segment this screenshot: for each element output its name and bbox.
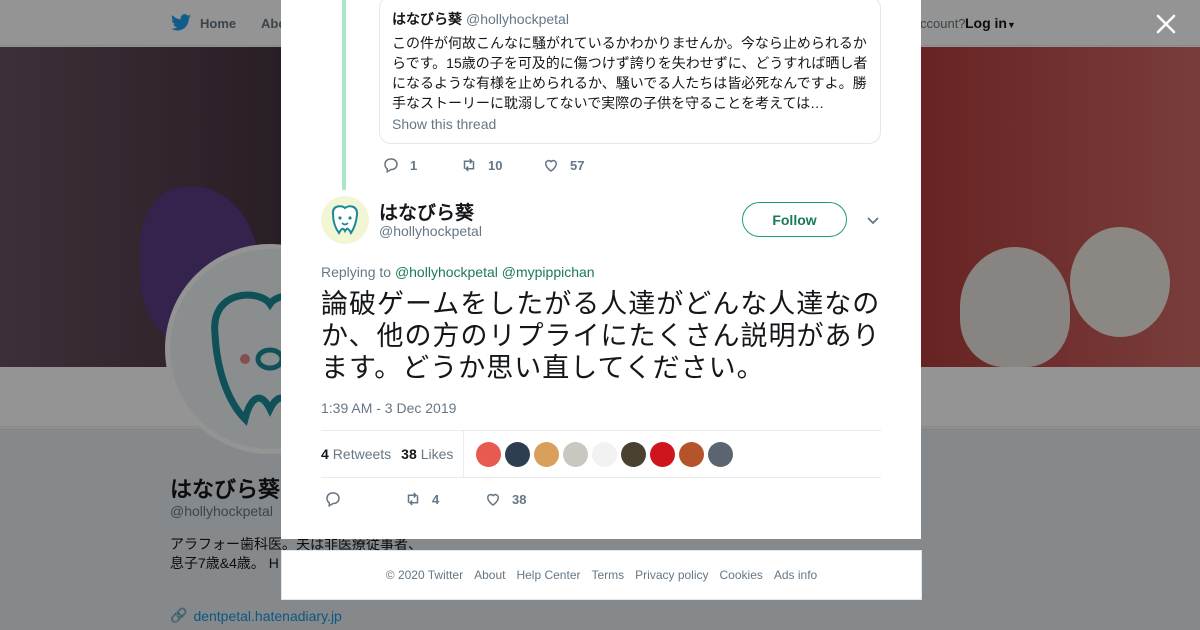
- likers-avatars: [476, 441, 734, 467]
- liker-avatar[interactable]: [650, 441, 676, 467]
- chevron-down-icon[interactable]: [865, 212, 881, 228]
- footer-link-about[interactable]: About: [474, 568, 505, 582]
- liker-avatar[interactable]: [708, 441, 734, 467]
- retweet-icon: [463, 158, 475, 172]
- like-count: 57: [570, 157, 585, 173]
- quoted-tweet-text: この件が何故こんなに騒がれているかわかりませんか。今なら止められるからです。15…: [392, 35, 868, 111]
- footer-link-cookies[interactable]: Cookies: [720, 568, 763, 582]
- tweet-author-avatar[interactable]: [321, 196, 369, 244]
- like-count: 38: [512, 491, 527, 507]
- like-action[interactable]: 57: [542, 156, 584, 174]
- tooth-mascot-icon: [331, 205, 359, 235]
- reply-icon: [384, 158, 398, 174]
- follow-button[interactable]: Follow: [742, 202, 847, 237]
- reply-action[interactable]: [324, 490, 404, 508]
- reply-action[interactable]: 1: [382, 156, 460, 174]
- liker-avatar[interactable]: [621, 441, 647, 467]
- heart-icon: [544, 159, 558, 172]
- tweet-author-name[interactable]: はなびら葵: [379, 198, 474, 225]
- likes-stat-label: Likes: [420, 446, 454, 462]
- quoted-tweet-name: はなびら葵: [392, 11, 462, 27]
- replying-to-line: Replying to @hollyhockpetal @mypippichan: [321, 264, 595, 280]
- retweet-action[interactable]: 10: [460, 156, 542, 174]
- retweet-action[interactable]: 4: [404, 490, 484, 508]
- close-icon: [1156, 14, 1176, 34]
- liker-avatar[interactable]: [476, 441, 502, 467]
- reply-to-mention[interactable]: @mypippichan: [502, 264, 595, 280]
- retweet-count: 10: [488, 157, 503, 173]
- tweet-text: 論破ゲームをしたがる人達がどんな人達なのか、他の方のリプライにたくさん説明があり…: [321, 289, 881, 384]
- previous-tweet-actions: 1 10 57: [382, 156, 584, 174]
- tweet-stats: 4 Retweets 38 Likes: [321, 430, 881, 478]
- reply-to-mention[interactable]: @hollyhockpetal: [395, 264, 498, 280]
- liker-avatar[interactable]: [505, 441, 531, 467]
- thread-connector-line: [342, 0, 346, 190]
- reply-icon: [326, 492, 340, 508]
- footer-link-ads-info[interactable]: Ads info: [774, 568, 817, 582]
- liker-avatar[interactable]: [563, 441, 589, 467]
- retweets-stat-label: Retweets: [332, 446, 392, 462]
- like-action[interactable]: 38: [484, 490, 526, 508]
- replying-to-prefix: Replying to: [321, 264, 392, 280]
- tweet-author-handle[interactable]: @hollyhockpetal: [379, 223, 482, 239]
- liker-avatar[interactable]: [679, 441, 705, 467]
- liker-avatar[interactable]: [534, 441, 560, 467]
- tweet-timestamp[interactable]: 1:39 AM - 3 Dec 2019: [321, 400, 456, 416]
- quoted-tweet-header: はなびら葵 @hollyhockpetal: [392, 9, 868, 29]
- modal-footer: © 2020 Twitter About Help Center Terms P…: [281, 550, 922, 600]
- heart-icon: [486, 493, 500, 506]
- likes-stat[interactable]: 38 Likes: [401, 446, 453, 462]
- quoted-tweet-card[interactable]: はなびら葵 @hollyhockpetal この件が何故こんなに騒がれているかわ…: [379, 0, 881, 144]
- close-modal-button[interactable]: [1150, 8, 1182, 40]
- footer-copyright: © 2020 Twitter: [385, 568, 464, 582]
- retweet-count: 4: [432, 491, 440, 507]
- tweet-actions: 4 38: [324, 490, 526, 508]
- liker-avatar[interactable]: [592, 441, 618, 467]
- retweets-stat-count: 4: [321, 446, 329, 462]
- stats-divider: [463, 431, 465, 477]
- tweet-modal: はなびら葵 @hollyhockpetal この件が何故こんなに騒がれているかわ…: [281, 0, 921, 539]
- retweets-stat[interactable]: 4 Retweets: [321, 446, 391, 462]
- reply-count: 1: [410, 157, 418, 173]
- footer-link-help-center[interactable]: Help Center: [516, 568, 580, 582]
- footer-link-privacy-policy[interactable]: Privacy policy: [635, 568, 708, 582]
- quoted-tweet-handle: @hollyhockpetal: [466, 11, 569, 27]
- retweet-icon: [407, 492, 419, 506]
- likes-stat-count: 38: [401, 446, 417, 462]
- footer-link-terms[interactable]: Terms: [591, 568, 624, 582]
- show-thread-link[interactable]: Show this thread: [392, 116, 868, 132]
